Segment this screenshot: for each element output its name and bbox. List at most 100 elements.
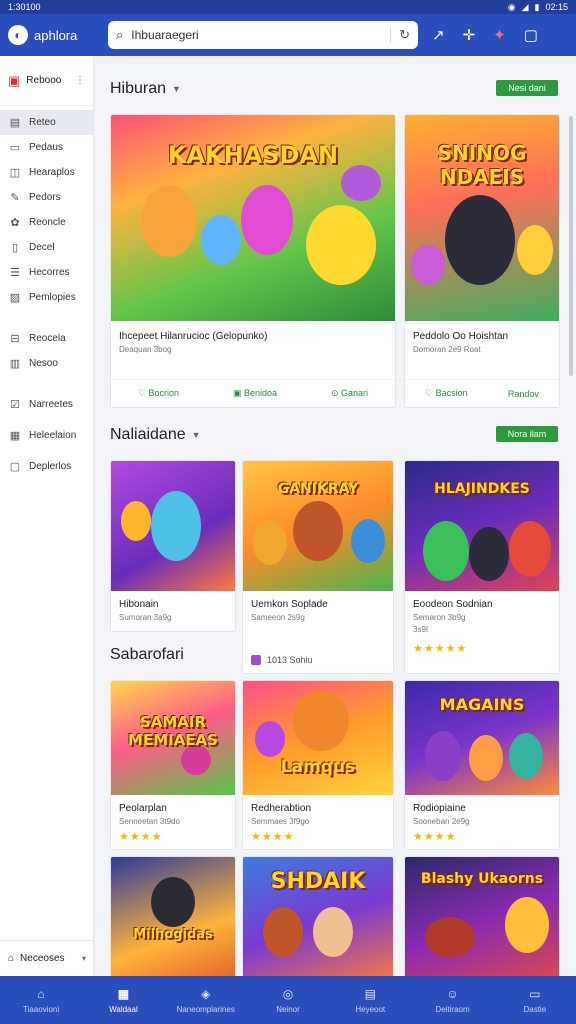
game-card[interactable]: SHDAIK (242, 856, 394, 976)
game-subtitle: Deaquan 3bog (119, 345, 172, 354)
action-benidoa[interactable]: ▣ Benidoa (233, 388, 277, 399)
search-bar: ⌕ ↻ (108, 21, 418, 49)
game-card[interactable]: SAMAIR MEMIAEAS Peolarplan Senneetan 3t9… (110, 680, 236, 850)
sidebar-item-label: Reocela (29, 333, 66, 344)
nav-label: Dastie (523, 1004, 547, 1014)
artwork-title: Blashy Ukaorns (420, 871, 544, 887)
game-subtitle: Semaron 3b9g (413, 613, 466, 622)
game-title: Rodiopiaine (413, 803, 466, 814)
section-title-text: Hiburan (110, 80, 167, 97)
lock-icon: ⊟ (10, 333, 20, 345)
action-randov[interactable]: Randov (508, 389, 539, 399)
game-subtitle: Semmaes 3f9go (251, 817, 310, 826)
sidebar-item-hecorres[interactable]: ☰ Hecorres (0, 260, 93, 285)
chevron-down-icon: ▼ (172, 84, 181, 94)
sidebar-footer[interactable]: ⌂ Neceoses ▾ (0, 940, 94, 976)
nav-item-apps[interactable]: ▦ Waldaal (82, 976, 164, 1024)
sidebar-item-reoncle[interactable]: ✿ Reoncle (0, 210, 93, 235)
sidebar-item-nesoo[interactable]: ▥ Nesoo (0, 351, 93, 376)
home-icon: ⌂ (37, 986, 45, 1001)
battery-icon: ▮ (534, 1, 540, 12)
sidebar-item-heleelaion[interactable]: ▦ Heleelaion (0, 423, 93, 448)
section-1-button[interactable]: Nesi dani (496, 80, 558, 96)
nav-item-user[interactable]: ☺ Deitiraom (411, 976, 493, 1024)
nav-item-games[interactable]: ◈ Naneomplarines (165, 976, 247, 1024)
home-icon: ▣ (8, 72, 21, 88)
search-icon: ⌕ (116, 27, 124, 42)
sidebar-item-label: Pemlopies (29, 292, 76, 303)
sidebar-item-decel[interactable]: ▯ Decel (0, 235, 93, 260)
sidebar-item-deplerlos[interactable]: ▢ Deplerlos (0, 454, 93, 479)
action-ganari[interactable]: ⊙ Ganari (331, 388, 368, 399)
nav-item-cart[interactable]: ▭ Dastie (494, 976, 576, 1024)
chat-icon: ◫ (9, 167, 21, 179)
nav-item-calendar[interactable]: ▤ Heyeoot (329, 976, 411, 1024)
sidebar-item-pedaus[interactable]: ▭ Pedaus (0, 135, 93, 160)
section-title-text: Naliaidane (110, 426, 186, 443)
game-card[interactable]: Hibonain Sumoran 3a9g (110, 460, 236, 632)
notification-icon[interactable]: ✦ (493, 26, 506, 44)
sidebar-item-reocela[interactable]: ⊟ Reocela (0, 326, 93, 351)
sidebar-footer-label: Neceoses (20, 953, 65, 964)
sidebar-item-narreetes[interactable]: ☑ Narreetes (0, 392, 93, 417)
sidebar-item-hearaplos[interactable]: ◫ Hearaplos (0, 160, 93, 185)
game-title: Hibonain (119, 599, 159, 610)
book-icon: ▥ (9, 358, 21, 370)
artwork-title: HLAJINDKES (434, 481, 530, 497)
pin-icon[interactable]: ✛ (463, 26, 476, 44)
section-2-button[interactable]: Nora ilam (496, 426, 558, 442)
nav-item-explore[interactable]: ◎ Neinor (247, 976, 329, 1024)
game-artwork: SNINOG NDAEIS (405, 115, 559, 321)
nav-label: Naneomplarines (176, 1004, 235, 1014)
game-card[interactable]: GANIKRAY Uemkon Soplade Sameeon 2s9g 101… (242, 460, 394, 674)
sidebar-item-reteo[interactable]: ▤ Reteo (0, 110, 93, 135)
game-artwork: KAKHASDAN (111, 115, 395, 321)
nav-label: Deitiraom (435, 1004, 470, 1014)
game-artwork: Blashy Ukaorns (405, 857, 559, 976)
sidebar-header[interactable]: ▣ Rebooo ⋮ (0, 56, 93, 106)
house-icon: ⌂ (8, 953, 15, 964)
app-bar: ◐ aphlora ⌕ ↻ ↗ ✛ ✦ ▢ (0, 14, 576, 56)
sidebar-item-label: Decel (29, 242, 55, 253)
nav-label: Heyeoot (355, 1004, 386, 1014)
nav-item-home[interactable]: ⌂ Tiaaovioni (0, 976, 82, 1024)
status-clock: 02:15 (545, 2, 568, 12)
action-bacsion[interactable]: ♡ Bacsion (425, 388, 468, 399)
featured-card[interactable]: SNINOG NDAEIS Peddolo Oo Hoishtan Domora… (404, 114, 560, 408)
game-title: Ihcepeet Hilanrucioc (Gelopunko) (119, 331, 268, 342)
sidebar-item-label: Heleelaion (29, 430, 77, 441)
chevron-down-icon: ▼ (191, 430, 201, 440)
scrollbar[interactable] (569, 116, 573, 376)
window-icon[interactable]: ▢ (524, 26, 538, 44)
artwork-title: Milhogidas (133, 927, 213, 942)
game-artwork: Lamqus (243, 681, 393, 795)
rating-stars: ★★★★ (251, 831, 295, 843)
sidebar-item-label: Nesoo (29, 358, 58, 369)
featured-card[interactable]: KAKHASDAN Ihcepeet Hilanrucioc (Gelopunk… (110, 114, 396, 408)
chevron-down-icon: ▾ (81, 954, 86, 963)
more-icon[interactable]: ⋮ (75, 75, 85, 86)
game-card[interactable]: Blashy Ukaorns (404, 856, 560, 976)
status-time: 1:30100 (8, 2, 41, 12)
section-title-naliaidane[interactable]: Naliaidane ▼ (110, 426, 201, 444)
section-title-hiburan[interactable]: Hiburan ▼ (110, 80, 181, 98)
search-input[interactable] (131, 28, 383, 42)
sidebar-item-label: Narreetes (29, 399, 73, 410)
file-icon: ▯ (11, 242, 19, 254)
game-card[interactable]: MAGAINS Rodiopiaine Sooneban 2e9g ★★★★ (404, 680, 560, 850)
game-card[interactable]: Lamqus Redherabtion Semmaes 3f9go ★★★★ (242, 680, 394, 850)
brand[interactable]: ◐ aphlora (8, 25, 108, 45)
game-card[interactable]: HLAJINDKES Eoodeon Sodnian Semaron 3b9g … (404, 460, 560, 674)
game-card[interactable]: Milhogidas (110, 856, 236, 976)
pen-icon: ✎ (10, 192, 20, 204)
rating-stars: ★★★★ (413, 831, 457, 843)
user-icon: ☺ (446, 986, 459, 1001)
share-icon[interactable]: ↗ (432, 26, 445, 44)
sidebar-item-pedors[interactable]: ✎ Pedors (0, 185, 93, 210)
sidebar-item-pemlopies[interactable]: ▨ Pemlopies (0, 285, 93, 310)
clip-icon: ▦ (9, 430, 21, 442)
game-title: Eoodeon Sodnian (413, 599, 493, 610)
section-title-sabarofari[interactable]: Sabarofari (110, 646, 184, 664)
action-bocrion[interactable]: ♡ Bocrion (138, 388, 179, 399)
refresh-icon[interactable]: ↻ (390, 27, 410, 43)
